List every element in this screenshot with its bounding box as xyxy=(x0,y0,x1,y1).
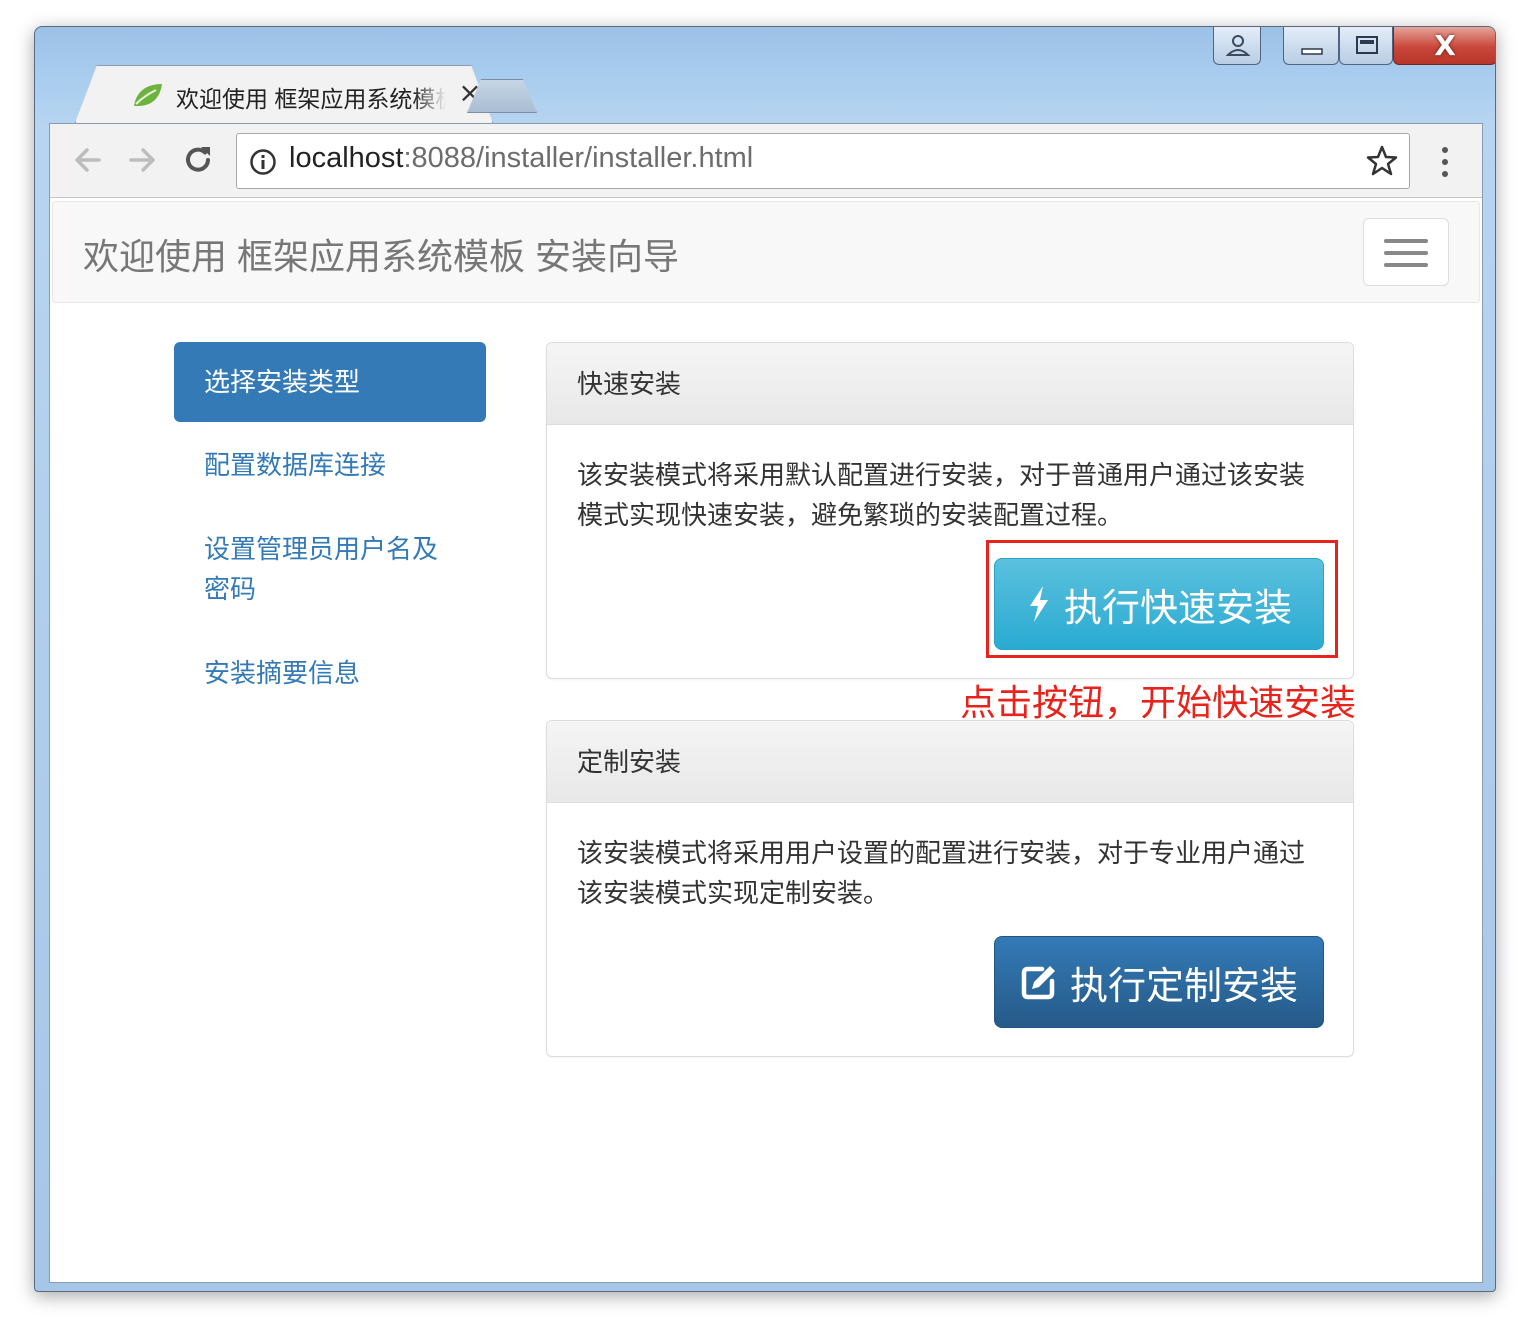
bookmark-star-icon[interactable] xyxy=(1365,144,1399,178)
custom-install-button[interactable]: 执行定制安装 xyxy=(994,936,1324,1028)
user-icon xyxy=(1225,35,1251,56)
browser-window: 欢迎使用 框架应用系统模板 安装向导 × xyxy=(34,26,1496,1292)
sidebar-item-admin[interactable]: 设置管理员用户名及密码 xyxy=(174,529,474,609)
window-controls: X xyxy=(1213,27,1495,67)
edit-icon xyxy=(1021,966,1055,1000)
close-icon: X xyxy=(1434,29,1456,62)
navbar: 欢迎使用 框架应用系统模板 安装向导 xyxy=(52,201,1480,303)
hamburger-bar xyxy=(1384,263,1428,267)
url-text: localhost:8088/installer/installer.html xyxy=(289,142,753,175)
hamburger-bar xyxy=(1384,239,1428,243)
arrow-left-icon xyxy=(75,148,101,172)
reload-icon xyxy=(186,147,210,172)
minimize-button[interactable] xyxy=(1283,27,1339,65)
arrow-right-icon xyxy=(129,148,155,172)
back-button[interactable] xyxy=(68,140,108,180)
quick-install-body: 该安装模式将采用默认配置进行安装，对于普通用户通过该安装模式实现快速安装，避免繁… xyxy=(547,425,1353,535)
custom-install-heading: 定制安装 xyxy=(547,721,1353,803)
browser-toolbar: localhost:8088/installer/installer.html xyxy=(50,124,1482,198)
url-host: localhost xyxy=(289,142,404,174)
annotation-highlight-box xyxy=(986,540,1338,658)
user-profile-button[interactable] xyxy=(1213,27,1261,65)
quick-install-heading: 快速安装 xyxy=(547,343,1353,425)
maximize-button[interactable] xyxy=(1339,27,1393,65)
url-path: :8088/installer/installer.html xyxy=(403,142,754,174)
spring-leaf-icon xyxy=(132,82,164,108)
sidebar-item-install-type[interactable]: 选择安装类型 xyxy=(174,342,486,422)
browser-menu-icon[interactable] xyxy=(1430,142,1460,182)
minimize-icon xyxy=(1301,48,1323,55)
navbar-brand[interactable]: 欢迎使用 框架应用系统模板 安装向导 xyxy=(83,228,679,280)
custom-install-button-label: 执行定制安装 xyxy=(1069,965,1298,1008)
hamburger-bar xyxy=(1384,251,1428,255)
restore-icon xyxy=(1356,36,1378,54)
info-icon[interactable] xyxy=(249,148,277,176)
title-bar: 欢迎使用 框架应用系统模板 安装向导 × xyxy=(35,27,1495,123)
custom-install-body: 该安装模式将采用用户设置的配置进行安装，对于专业用户通过该安装模式实现定制安装。 xyxy=(547,803,1353,913)
reload-button[interactable] xyxy=(178,140,218,180)
quick-install-description: 该安装模式将采用默认配置进行安装，对于普通用户通过该安装模式实现快速安装，避免繁… xyxy=(577,460,1306,530)
custom-install-description: 该安装模式将采用用户设置的配置进行安装，对于专业用户通过该安装模式实现定制安装。 xyxy=(577,838,1306,908)
sidebar-item-database[interactable]: 配置数据库连接 xyxy=(174,445,486,485)
annotation-text: 点击按钮，开始快速安装 xyxy=(960,682,1357,723)
tab-title: 欢迎使用 框架应用系统模板 安装向导 xyxy=(176,86,446,110)
sidebar-item-summary[interactable]: 安装摘要信息 xyxy=(174,653,486,693)
address-bar[interactable]: localhost:8088/installer/installer.html xyxy=(236,133,1410,189)
browser-tab[interactable]: 欢迎使用 框架应用系统模板 安装向导 × xyxy=(75,65,493,123)
forward-button[interactable] xyxy=(122,140,162,180)
navbar-toggle-button[interactable] xyxy=(1363,218,1449,286)
close-window-button[interactable]: X xyxy=(1393,27,1495,65)
